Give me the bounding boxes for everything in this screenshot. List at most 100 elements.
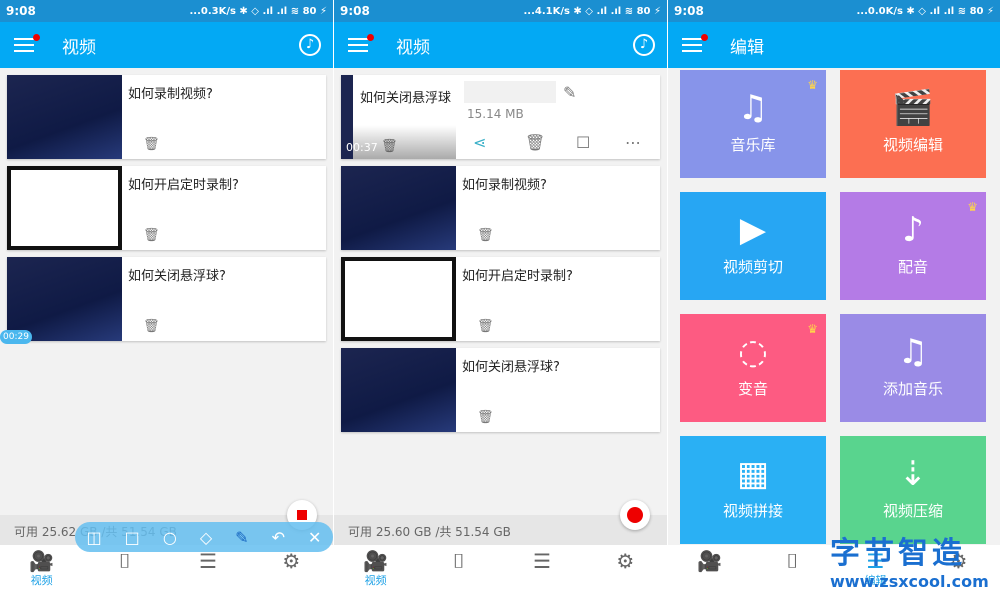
status-bar: 9:08 ...4.1K/s ✱ ◇ .ıl .ıl ≋ 80 ⚡ xyxy=(334,0,667,22)
nav-camera[interactable]: ⌷ xyxy=(83,545,166,592)
trash-icon[interactable]: 🗑 xyxy=(525,133,545,152)
video-title: 如何录制视频? xyxy=(462,178,547,193)
nav-settings[interactable]: ⚙ xyxy=(584,545,667,592)
rename-field[interactable] xyxy=(464,81,556,103)
record-icon xyxy=(627,507,643,523)
nav-camera[interactable]: ⌷ xyxy=(417,545,500,592)
share-icon[interactable]: ⋖ xyxy=(473,133,486,152)
nav-edit[interactable]: ☰ xyxy=(501,545,584,592)
video-card[interactable]: 如何关闭悬浮球? 🗑 xyxy=(341,348,660,432)
tool-tile[interactable]: ▶ 视频剪切 xyxy=(680,192,826,300)
bottom-nav: 🎥 视频 ⌷ ☰ ⚙ xyxy=(0,545,333,592)
page-title: 编辑 xyxy=(730,37,764,58)
nav-edit[interactable]: ☰ xyxy=(167,545,250,592)
square-icon[interactable]: □ xyxy=(125,528,140,547)
trash-icon[interactable]: 🗑 xyxy=(143,319,160,334)
storage-info: 可用 25.60 GB /共 51.54 GB xyxy=(334,515,667,545)
music-note-icon[interactable]: ♪ xyxy=(299,34,321,56)
trash-icon[interactable]: 🗑 xyxy=(143,137,160,152)
video-title: 如何开启定时录制? xyxy=(462,269,573,284)
more-icon[interactable]: ⋯ xyxy=(625,133,641,152)
nav-video[interactable]: 🎥 视频 xyxy=(0,545,83,592)
trash-icon[interactable]: 🗑 xyxy=(477,410,494,425)
eraser-icon[interactable]: ◇ xyxy=(200,528,212,547)
trash-icon[interactable]: 🗑 xyxy=(381,139,398,154)
tool-label: 视频拼接 xyxy=(722,502,783,520)
edit-icon[interactable]: ☐ xyxy=(576,133,590,152)
video-duration: 00:37 xyxy=(346,141,378,154)
menu-icon[interactable] xyxy=(682,34,708,52)
tool-tile[interactable]: ▦ 视频拼接 xyxy=(680,436,826,544)
stop-icon xyxy=(297,510,307,520)
clock: 9:08 xyxy=(340,4,370,18)
video-card[interactable]: 如何录制视频? 🗑 xyxy=(341,166,660,250)
sliders-icon: ☰ xyxy=(199,549,218,573)
video-camera-icon: 🎥 xyxy=(363,549,389,573)
video-card[interactable]: 如何录制视频? 🗑 xyxy=(7,75,326,159)
status-bar: 9:08 ...0.3K/s ✱ ◇ .ıl .ıl ≋ 80 ⚡ xyxy=(0,0,333,22)
video-card[interactable]: 如何关闭悬浮球? 🗑 xyxy=(7,257,326,341)
panel-video-list: 9:08 ...0.3K/s ✱ ◇ .ıl .ıl ≋ 80 ⚡ 视频 ♪ 如何… xyxy=(0,0,333,592)
record-button[interactable] xyxy=(620,500,650,530)
video-thumbnail[interactable] xyxy=(341,257,456,341)
nav-settings[interactable]: ⚙ xyxy=(250,545,333,592)
nav-video[interactable]: 🎥 视频 xyxy=(334,545,417,592)
camera-icon[interactable]: ◫ xyxy=(87,528,102,547)
tool-tile[interactable]: ♫ 音乐库 ♛ xyxy=(680,70,826,178)
tool-tile[interactable]: ◌ 变音 ♛ xyxy=(680,314,826,422)
tool-label: 视频压缩 xyxy=(882,502,943,520)
video-title: 如何开启定时录制? xyxy=(128,178,239,193)
nav-video[interactable]: 🎥 xyxy=(668,545,751,592)
camera-icon: ⌷ xyxy=(118,549,131,573)
camera-icon: ⌷ xyxy=(786,549,799,573)
tool-icon: ♫ xyxy=(737,88,769,128)
music-note-icon[interactable]: ♪ xyxy=(633,34,655,56)
trash-icon[interactable]: 🗑 xyxy=(477,319,494,334)
video-thumbnail[interactable] xyxy=(341,166,456,250)
panel-video-list-expanded: 9:08 ...4.1K/s ✱ ◇ .ıl .ıl ≋ 80 ⚡ 视频 ♪ 如何… xyxy=(334,0,667,592)
video-card-expanded[interactable]: 如何关闭悬浮球 00:37 🗑 ✎ 15.14 MB ⋖ 🗑 ☐ ⋯ xyxy=(341,75,660,159)
pencil-icon[interactable]: ✎ xyxy=(563,83,576,102)
crown-icon: ♛ xyxy=(807,78,818,92)
file-size: 15.14 MB xyxy=(467,107,524,121)
clock: 9:08 xyxy=(674,4,704,18)
app-bar: 编辑 xyxy=(668,22,1000,68)
tool-tile[interactable]: ♫ 添加音乐 xyxy=(840,314,986,422)
undo-icon[interactable]: ↶ xyxy=(272,528,285,547)
app-bar: 视频 ♪ xyxy=(334,22,667,68)
tool-icon: ▦ xyxy=(736,454,770,494)
video-thumbnail[interactable] xyxy=(7,257,122,341)
trash-icon[interactable]: 🗑 xyxy=(143,228,160,243)
tool-label: 音乐库 xyxy=(730,136,776,154)
brush-icon[interactable]: ✎ xyxy=(235,528,248,547)
tool-label: 视频编辑 xyxy=(882,136,943,154)
trash-icon[interactable]: 🗑 xyxy=(477,228,494,243)
video-thumbnail[interactable] xyxy=(7,75,122,159)
notification-dot xyxy=(701,34,708,41)
close-icon[interactable]: ✕ xyxy=(308,528,321,547)
video-title: 如何关闭悬浮球 xyxy=(360,91,452,106)
video-thumbnail[interactable] xyxy=(7,166,122,250)
circle-icon[interactable]: ○ xyxy=(163,528,177,547)
nav-video-label: 视频 xyxy=(364,574,387,587)
watermark-url: www.zsxcool.com xyxy=(830,572,989,591)
video-thumbnail[interactable] xyxy=(341,348,456,432)
tool-label: 添加音乐 xyxy=(882,380,943,398)
menu-icon[interactable] xyxy=(14,34,40,52)
clock: 9:08 xyxy=(6,4,36,18)
watermark-logo: 字节智造 xyxy=(830,536,966,571)
video-card[interactable]: 如何开启定时录制? 🗑 xyxy=(7,166,326,250)
nav-camera[interactable]: ⌷ xyxy=(751,545,834,592)
video-card[interactable]: 如何开启定时录制? 🗑 xyxy=(341,257,660,341)
gear-icon: ⚙ xyxy=(282,549,301,573)
crown-icon: ♛ xyxy=(967,200,978,214)
status-icons: ...4.1K/s ✱ ◇ .ıl .ıl ≋ 80 ⚡ xyxy=(523,5,661,17)
menu-icon[interactable] xyxy=(348,34,374,52)
tool-tile[interactable]: ♪ 配音 ♛ xyxy=(840,192,986,300)
tool-icon: ♫ xyxy=(897,332,929,372)
video-camera-icon: 🎥 xyxy=(697,549,722,573)
gear-icon: ⚙ xyxy=(616,549,635,573)
floating-ball-timer[interactable]: 00:29 xyxy=(0,330,32,344)
drawing-toolbar: ◫ □ ○ ◇ ✎ ↶ ✕ xyxy=(75,522,333,552)
tool-tile[interactable]: 🎬 视频编辑 xyxy=(840,70,986,178)
